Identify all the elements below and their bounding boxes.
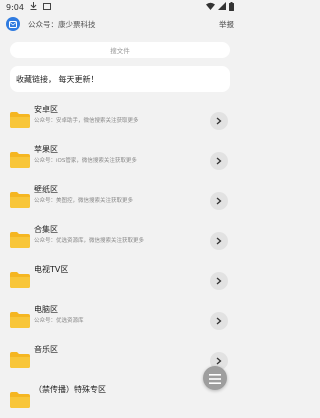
item-title: 安卓区 [34, 105, 58, 114]
list-item[interactable]: 电脑区 公众号：优选资源库 [0, 300, 240, 338]
folder-icon [10, 352, 30, 368]
chevron-right-icon[interactable] [210, 312, 228, 330]
signal-icon [218, 2, 226, 12]
notice-text: 收藏链接， 每天更新！ [16, 74, 99, 84]
chevron-right-icon[interactable] [210, 232, 228, 250]
item-title: 音乐区 [34, 345, 58, 354]
item-title: 合集区 [34, 225, 58, 234]
clock: 9:04 [6, 2, 24, 12]
item-text: 合集区 公众号：优选资源库，微信搜索关注获取更多 [34, 225, 144, 245]
list-item[interactable]: 合集区 公众号：优选资源库，微信搜索关注获取更多 [0, 220, 240, 258]
item-title: 电视TV区 [34, 265, 69, 274]
folder-icon [10, 392, 30, 408]
item-subtitle: 公众号：iOS管家，微信搜索关注获取更多 [34, 158, 137, 164]
item-subtitle: 公众号：优选资源库 [34, 318, 84, 324]
report-button[interactable]: 举报 [219, 19, 234, 30]
chevron-right-icon[interactable] [210, 272, 228, 290]
item-text: 音乐区 [34, 345, 58, 358]
item-text: 苹果区 公众号：iOS管家，微信搜索关注获取更多 [34, 145, 137, 165]
item-subtitle: 公众号：安卓助手，微信搜索关注获取更多 [34, 118, 139, 124]
item-title: 苹果区 [34, 145, 58, 154]
list-item[interactable]: 电视TV区 [0, 260, 240, 298]
status-left: 9:04 [6, 2, 51, 12]
download-icon [30, 2, 37, 12]
item-text: 安卓区 公众号：安卓助手，微信搜索关注获取更多 [34, 105, 139, 125]
page-title: 公众号：康少票科技 [28, 19, 96, 29]
item-text: （禁传播）特殊专区 [34, 385, 106, 398]
item-title: 电脑区 [34, 305, 58, 314]
folder-icon [10, 272, 30, 288]
item-text: 电脑区 公众号：优选资源库 [34, 305, 84, 325]
chevron-right-icon[interactable] [210, 192, 228, 210]
folder-icon [10, 112, 30, 128]
folder-icon [10, 312, 30, 328]
status-bar: 9:04 [0, 0, 240, 14]
list-item[interactable]: （禁传播）特殊专区 [0, 380, 240, 418]
message-icon[interactable] [6, 17, 20, 31]
search-input[interactable]: 搜文件 [10, 42, 230, 58]
list-item[interactable]: 壁纸区 公众号：美图控，微信搜索关注获取更多 [0, 180, 240, 218]
chevron-right-icon[interactable] [210, 112, 228, 130]
hamburger-icon [209, 369, 221, 388]
status-right [206, 1, 234, 13]
item-title: （禁传播）特殊专区 [34, 385, 106, 394]
notification-icon [42, 2, 51, 12]
wifi-icon [206, 2, 215, 12]
item-title: 壁纸区 [34, 185, 58, 194]
menu-fab-button[interactable] [203, 366, 227, 390]
app-header: 公众号：康少票科技 举报 [0, 14, 240, 34]
notice-banner: 收藏链接， 每天更新！ [10, 66, 230, 92]
item-text: 电视TV区 [34, 265, 68, 278]
item-subtitle: 公众号：美图控，微信搜索关注获取更多 [34, 198, 134, 204]
battery-icon [229, 1, 234, 13]
item-text: 壁纸区 公众号：美图控，微信搜索关注获取更多 [34, 185, 133, 205]
item-subtitle: 公众号：优选资源库，微信搜索关注获取更多 [34, 238, 145, 244]
folder-icon [10, 232, 30, 248]
folder-icon [10, 192, 30, 208]
list-item[interactable]: 安卓区 公众号：安卓助手，微信搜索关注获取更多 [0, 100, 240, 138]
chevron-right-icon[interactable] [210, 152, 228, 170]
folder-icon [10, 152, 30, 168]
list-item[interactable]: 苹果区 公众号：iOS管家，微信搜索关注获取更多 [0, 140, 240, 178]
